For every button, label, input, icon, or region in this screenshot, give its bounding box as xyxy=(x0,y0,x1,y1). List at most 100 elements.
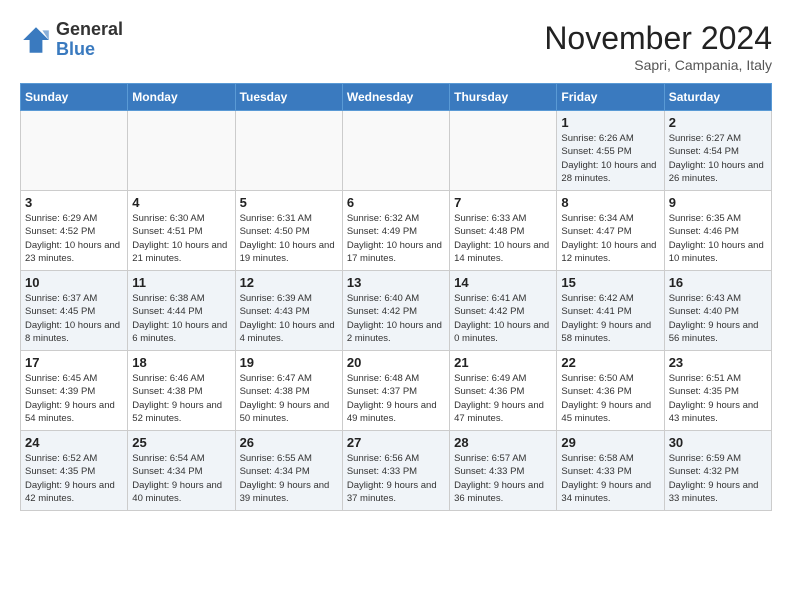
calendar-cell: 5Sunrise: 6:31 AM Sunset: 4:50 PM Daylig… xyxy=(235,191,342,271)
day-info: Sunrise: 6:49 AM Sunset: 4:36 PM Dayligh… xyxy=(454,372,552,425)
day-number: 28 xyxy=(454,435,552,450)
day-info: Sunrise: 6:33 AM Sunset: 4:48 PM Dayligh… xyxy=(454,212,552,265)
day-number: 25 xyxy=(132,435,230,450)
day-number: 27 xyxy=(347,435,445,450)
day-info: Sunrise: 6:30 AM Sunset: 4:51 PM Dayligh… xyxy=(132,212,230,265)
day-number: 20 xyxy=(347,355,445,370)
day-info: Sunrise: 6:54 AM Sunset: 4:34 PM Dayligh… xyxy=(132,452,230,505)
title-section: November 2024 Sapri, Campania, Italy xyxy=(544,20,772,73)
calendar-cell: 24Sunrise: 6:52 AM Sunset: 4:35 PM Dayli… xyxy=(21,431,128,511)
calendar-cell: 2 Sunrise: 6:27 AM Sunset: 4:54 PM Daylig… xyxy=(664,111,771,191)
day-info: Sunrise: 6:38 AM Sunset: 4:44 PM Dayligh… xyxy=(132,292,230,345)
calendar-cell: 22 Sunrise: 6:50 AM Sunset: 4:36 PM Dayli… xyxy=(557,351,664,431)
calendar-cell: 11 Sunrise: 6:38 AM Sunset: 4:44 PM Dayli… xyxy=(128,271,235,351)
header-friday: Friday xyxy=(557,84,664,111)
calendar-cell: 20 Sunrise: 6:48 AM Sunset: 4:37 PM Dayli… xyxy=(342,351,449,431)
day-info: Sunrise: 6:52 AM Sunset: 4:35 PM Dayligh… xyxy=(25,452,123,505)
header-row: SundayMondayTuesdayWednesdayThursdayFrid… xyxy=(21,84,772,111)
day-number: 11 xyxy=(132,275,230,290)
day-info: Sunrise: 6:59 AM Sunset: 4:32 PM Dayligh… xyxy=(669,452,767,505)
day-number: 9 xyxy=(669,195,767,210)
header-thursday: Thursday xyxy=(450,84,557,111)
day-info: Sunrise: 6:39 AM Sunset: 4:43 PM Dayligh… xyxy=(240,292,338,345)
day-number: 8 xyxy=(561,195,659,210)
day-info: Sunrise: 6:27 AM Sunset: 4:54 PM Dayligh… xyxy=(669,132,767,185)
day-info: Sunrise: 6:42 AM Sunset: 4:41 PM Dayligh… xyxy=(561,292,659,345)
day-number: 7 xyxy=(454,195,552,210)
header: General Blue November 2024 Sapri, Campan… xyxy=(20,20,772,73)
day-number: 26 xyxy=(240,435,338,450)
day-info: Sunrise: 6:55 AM Sunset: 4:34 PM Dayligh… xyxy=(240,452,338,505)
calendar-cell: 12Sunrise: 6:39 AM Sunset: 4:43 PM Dayli… xyxy=(235,271,342,351)
calendar-cell: 14 Sunrise: 6:41 AM Sunset: 4:42 PM Dayli… xyxy=(450,271,557,351)
calendar-cell: 23Sunrise: 6:51 AM Sunset: 4:35 PM Dayli… xyxy=(664,351,771,431)
calendar-cell: 6 Sunrise: 6:32 AM Sunset: 4:49 PM Daylig… xyxy=(342,191,449,271)
day-number: 5 xyxy=(240,195,338,210)
day-info: Sunrise: 6:35 AM Sunset: 4:46 PM Dayligh… xyxy=(669,212,767,265)
calendar-cell: 7 Sunrise: 6:33 AM Sunset: 4:48 PM Daylig… xyxy=(450,191,557,271)
day-info: Sunrise: 6:41 AM Sunset: 4:42 PM Dayligh… xyxy=(454,292,552,345)
day-number: 30 xyxy=(669,435,767,450)
calendar-cell: 1Sunrise: 6:26 AM Sunset: 4:55 PM Daylig… xyxy=(557,111,664,191)
day-number: 19 xyxy=(240,355,338,370)
week-row-2: 3 Sunrise: 6:29 AM Sunset: 4:52 PM Daylig… xyxy=(21,191,772,271)
logo-icon xyxy=(20,24,52,56)
calendar-cell: 17 Sunrise: 6:45 AM Sunset: 4:39 PM Dayli… xyxy=(21,351,128,431)
day-number: 15 xyxy=(561,275,659,290)
day-info: Sunrise: 6:40 AM Sunset: 4:42 PM Dayligh… xyxy=(347,292,445,345)
day-info: Sunrise: 6:51 AM Sunset: 4:35 PM Dayligh… xyxy=(669,372,767,425)
day-info: Sunrise: 6:57 AM Sunset: 4:33 PM Dayligh… xyxy=(454,452,552,505)
calendar-cell xyxy=(235,111,342,191)
calendar-body: 1Sunrise: 6:26 AM Sunset: 4:55 PM Daylig… xyxy=(21,111,772,511)
calendar-cell xyxy=(128,111,235,191)
calendar-cell: 26 Sunrise: 6:55 AM Sunset: 4:34 PM Dayli… xyxy=(235,431,342,511)
calendar-cell: 18Sunrise: 6:46 AM Sunset: 4:38 PM Dayli… xyxy=(128,351,235,431)
calendar-cell: 21Sunrise: 6:49 AM Sunset: 4:36 PM Dayli… xyxy=(450,351,557,431)
day-info: Sunrise: 6:37 AM Sunset: 4:45 PM Dayligh… xyxy=(25,292,123,345)
day-info: Sunrise: 6:47 AM Sunset: 4:38 PM Dayligh… xyxy=(240,372,338,425)
calendar-cell: 19 Sunrise: 6:47 AM Sunset: 4:38 PM Dayli… xyxy=(235,351,342,431)
calendar-cell: 10 Sunrise: 6:37 AM Sunset: 4:45 PM Dayli… xyxy=(21,271,128,351)
week-row-3: 10 Sunrise: 6:37 AM Sunset: 4:45 PM Dayli… xyxy=(21,271,772,351)
day-info: Sunrise: 6:48 AM Sunset: 4:37 PM Dayligh… xyxy=(347,372,445,425)
day-info: Sunrise: 6:43 AM Sunset: 4:40 PM Dayligh… xyxy=(669,292,767,345)
day-number: 3 xyxy=(25,195,123,210)
month-title: November 2024 xyxy=(544,20,772,57)
day-number: 10 xyxy=(25,275,123,290)
calendar-cell xyxy=(342,111,449,191)
day-number: 4 xyxy=(132,195,230,210)
day-number: 14 xyxy=(454,275,552,290)
calendar-cell xyxy=(21,111,128,191)
calendar-table: SundayMondayTuesdayWednesdayThursdayFrid… xyxy=(20,83,772,511)
day-info: Sunrise: 6:58 AM Sunset: 4:33 PM Dayligh… xyxy=(561,452,659,505)
day-info: Sunrise: 6:29 AM Sunset: 4:52 PM Dayligh… xyxy=(25,212,123,265)
day-number: 13 xyxy=(347,275,445,290)
header-sunday: Sunday xyxy=(21,84,128,111)
day-info: Sunrise: 6:56 AM Sunset: 4:33 PM Dayligh… xyxy=(347,452,445,505)
header-saturday: Saturday xyxy=(664,84,771,111)
day-info: Sunrise: 6:32 AM Sunset: 4:49 PM Dayligh… xyxy=(347,212,445,265)
calendar-cell: 9 Sunrise: 6:35 AM Sunset: 4:46 PM Daylig… xyxy=(664,191,771,271)
day-info: Sunrise: 6:45 AM Sunset: 4:39 PM Dayligh… xyxy=(25,372,123,425)
day-number: 22 xyxy=(561,355,659,370)
day-number: 17 xyxy=(25,355,123,370)
calendar-cell: 25 Sunrise: 6:54 AM Sunset: 4:34 PM Dayli… xyxy=(128,431,235,511)
calendar-cell xyxy=(450,111,557,191)
calendar-cell: 8Sunrise: 6:34 AM Sunset: 4:47 PM Daylig… xyxy=(557,191,664,271)
day-info: Sunrise: 6:46 AM Sunset: 4:38 PM Dayligh… xyxy=(132,372,230,425)
calendar-cell: 27 Sunrise: 6:56 AM Sunset: 4:33 PM Dayli… xyxy=(342,431,449,511)
day-number: 29 xyxy=(561,435,659,450)
day-info: Sunrise: 6:50 AM Sunset: 4:36 PM Dayligh… xyxy=(561,372,659,425)
week-row-4: 17 Sunrise: 6:45 AM Sunset: 4:39 PM Dayli… xyxy=(21,351,772,431)
header-monday: Monday xyxy=(128,84,235,111)
calendar-cell: 30 Sunrise: 6:59 AM Sunset: 4:32 PM Dayli… xyxy=(664,431,771,511)
logo-text: General Blue xyxy=(56,20,123,60)
logo-general-text: General xyxy=(56,20,123,40)
calendar-cell: 16Sunrise: 6:43 AM Sunset: 4:40 PM Dayli… xyxy=(664,271,771,351)
day-number: 2 xyxy=(669,115,767,130)
header-wednesday: Wednesday xyxy=(342,84,449,111)
day-number: 6 xyxy=(347,195,445,210)
logo-blue-text: Blue xyxy=(56,40,123,60)
calendar-header: SundayMondayTuesdayWednesdayThursdayFrid… xyxy=(21,84,772,111)
calendar-cell: 13 Sunrise: 6:40 AM Sunset: 4:42 PM Dayli… xyxy=(342,271,449,351)
